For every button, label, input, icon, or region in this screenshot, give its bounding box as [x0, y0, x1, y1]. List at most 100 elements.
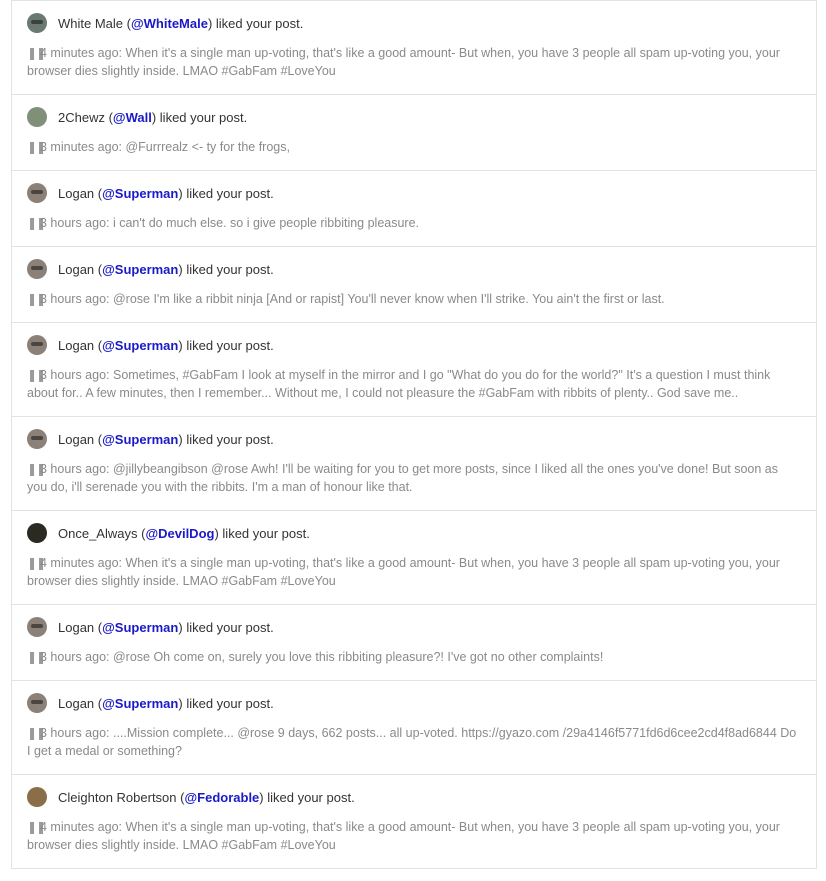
quote-icon: ❚❚ [27, 368, 46, 382]
notification-item[interactable]: 2Chewz (@Wall) liked your post. ❚❚3 minu… [12, 95, 816, 171]
post-excerpt[interactable]: ❚❚4 minutes ago: When it's a single man … [27, 44, 801, 80]
user-name[interactable]: Logan [58, 696, 94, 711]
post-text: When it's a single man up-voting, that's… [27, 556, 780, 588]
notification-item[interactable]: Logan (@Superman) liked your post. ❚❚3 h… [12, 323, 816, 417]
liked-text: liked your post. [186, 695, 274, 711]
notification-item[interactable]: Logan (@Superman) liked your post. ❚❚3 h… [12, 605, 816, 681]
avatar[interactable] [27, 107, 47, 127]
post-text: Sometimes, #GabFam I look at myself in t… [27, 368, 771, 400]
avatar[interactable] [27, 13, 47, 33]
quote-icon: ❚❚ [27, 462, 46, 476]
avatar[interactable] [27, 429, 47, 449]
notification-header: Logan (@Superman) liked your post. [27, 428, 801, 450]
quote-icon: ❚❚ [27, 292, 46, 306]
post-text: When it's a single man up-voting, that's… [27, 46, 780, 78]
post-excerpt[interactable]: ❚❚4 minutes ago: When it's a single man … [27, 818, 801, 854]
notification-header: 2Chewz (@Wall) liked your post. [27, 106, 801, 128]
liked-text: liked your post. [215, 15, 304, 31]
user-handle-link[interactable]: @Superman [102, 262, 178, 277]
user-handle-link[interactable]: @Superman [102, 338, 178, 353]
user-name[interactable]: Logan [58, 338, 94, 353]
post-excerpt[interactable]: ❚❚3 hours ago: @rose I'm like a ribbit n… [27, 290, 801, 308]
user-name[interactable]: Once_Always [58, 526, 137, 541]
quote-icon: ❚❚ [27, 650, 46, 664]
notification-feed: White Male (@WhiteMale) liked your post.… [11, 0, 817, 869]
user-name[interactable]: Logan [58, 186, 94, 201]
user-handle-link[interactable]: @Superman [102, 186, 178, 201]
liked-text: liked your post. [267, 789, 355, 805]
notification-header: Logan (@Superman) liked your post. [27, 258, 801, 280]
notification-header: Logan (@Superman) liked your post. [27, 616, 801, 638]
post-excerpt[interactable]: ❚❚3 minutes ago: @Furrrealz <- ty for th… [27, 138, 801, 156]
post-excerpt[interactable]: ❚❚3 hours ago: ....Mission complete... @… [27, 724, 801, 760]
notification-header: Logan (@Superman) liked your post. [27, 334, 801, 356]
post-excerpt[interactable]: ❚❚3 hours ago: i can't do much else. so … [27, 214, 801, 232]
post-text: @Furrrealz <- ty for the frogs, [125, 140, 290, 154]
post-excerpt[interactable]: ❚❚3 hours ago: @rose Oh come on, surely … [27, 648, 801, 666]
user-name[interactable]: Logan [58, 432, 94, 447]
avatar[interactable] [27, 693, 47, 713]
quote-icon: ❚❚ [27, 216, 46, 230]
notification-header: Once_Always (@DevilDog) liked your post. [27, 522, 801, 544]
post-text: i can't do much else. so i give people r… [112, 216, 420, 230]
notification-item[interactable]: Logan (@Superman) liked your post. ❚❚3 h… [12, 417, 816, 511]
notification-item[interactable]: Logan (@Superman) liked your post. ❚❚3 h… [12, 681, 816, 775]
user-handle-link[interactable]: @Wall [113, 110, 152, 125]
liked-text: liked your post. [159, 109, 248, 125]
post-text: When it's a single man up-voting, that's… [27, 820, 780, 852]
time-ago: 3 hours ago: [40, 292, 110, 306]
quote-icon: ❚❚ [27, 820, 46, 834]
user-handle-link[interactable]: @Fedorable [184, 790, 259, 805]
time-ago: 3 minutes ago: [40, 140, 122, 154]
notification-header: Logan (@Superman) liked your post. [27, 182, 801, 204]
notification-item[interactable]: Cleighton Robertson (@Fedorable) liked y… [12, 775, 816, 869]
time-ago: 4 minutes ago: [40, 556, 122, 570]
post-excerpt[interactable]: ❚❚3 hours ago: @jillybeangibson @rose Aw… [27, 460, 801, 496]
user-name[interactable]: Cleighton Robertson [58, 790, 177, 805]
time-ago: 4 minutes ago: [40, 46, 122, 60]
post-excerpt[interactable]: ❚❚4 minutes ago: When it's a single man … [27, 554, 801, 590]
liked-text: liked your post. [186, 261, 274, 277]
user-handle-link[interactable]: @Superman [102, 620, 178, 635]
time-ago: 3 hours ago: [40, 368, 110, 382]
post-text: @rose Oh come on, surely you love this r… [112, 650, 604, 664]
notification-item[interactable]: Once_Always (@DevilDog) liked your post.… [12, 511, 816, 605]
notification-header: Logan (@Superman) liked your post. [27, 692, 801, 714]
liked-text: liked your post. [186, 185, 274, 201]
avatar[interactable] [27, 335, 47, 355]
post-text: @rose I'm like a ribbit ninja [And or ra… [112, 292, 665, 306]
time-ago: 3 hours ago: [40, 462, 110, 476]
user-handle-link[interactable]: @DevilDog [145, 526, 214, 541]
user-handle-link[interactable]: @Superman [102, 432, 178, 447]
time-ago: 3 hours ago: [40, 216, 110, 230]
notification-header: Cleighton Robertson (@Fedorable) liked y… [27, 786, 801, 808]
time-ago: 4 minutes ago: [40, 820, 122, 834]
avatar[interactable] [27, 183, 47, 203]
quote-icon: ❚❚ [27, 46, 46, 60]
user-name[interactable]: 2Chewz [58, 110, 105, 125]
post-excerpt[interactable]: ❚❚3 hours ago: Sometimes, #GabFam I look… [27, 366, 801, 402]
avatar[interactable] [27, 787, 47, 807]
liked-text: liked your post. [222, 525, 310, 541]
liked-text: liked your post. [186, 431, 274, 447]
post-text: ....Mission complete... @rose 9 days, 66… [27, 726, 797, 758]
post-text: @jillybeangibson @rose Awh! I'll be wait… [27, 462, 778, 494]
liked-text: liked your post. [186, 619, 274, 635]
liked-text: liked your post. [186, 337, 274, 353]
notification-item[interactable]: Logan (@Superman) liked your post. ❚❚3 h… [12, 171, 816, 247]
quote-icon: ❚❚ [27, 726, 46, 740]
user-handle-link[interactable]: @WhiteMale [131, 16, 208, 31]
quote-icon: ❚❚ [27, 140, 46, 154]
time-ago: 3 hours ago: [40, 650, 110, 664]
user-name[interactable]: White Male [58, 16, 123, 31]
notification-item[interactable]: White Male (@WhiteMale) liked your post.… [12, 1, 816, 95]
avatar[interactable] [27, 617, 47, 637]
avatar[interactable] [27, 523, 47, 543]
notification-item[interactable]: Logan (@Superman) liked your post. ❚❚3 h… [12, 247, 816, 323]
quote-icon: ❚❚ [27, 556, 46, 570]
user-name[interactable]: Logan [58, 262, 94, 277]
user-handle-link[interactable]: @Superman [102, 696, 178, 711]
avatar[interactable] [27, 259, 47, 279]
time-ago: 3 hours ago: [40, 726, 110, 740]
user-name[interactable]: Logan [58, 620, 94, 635]
